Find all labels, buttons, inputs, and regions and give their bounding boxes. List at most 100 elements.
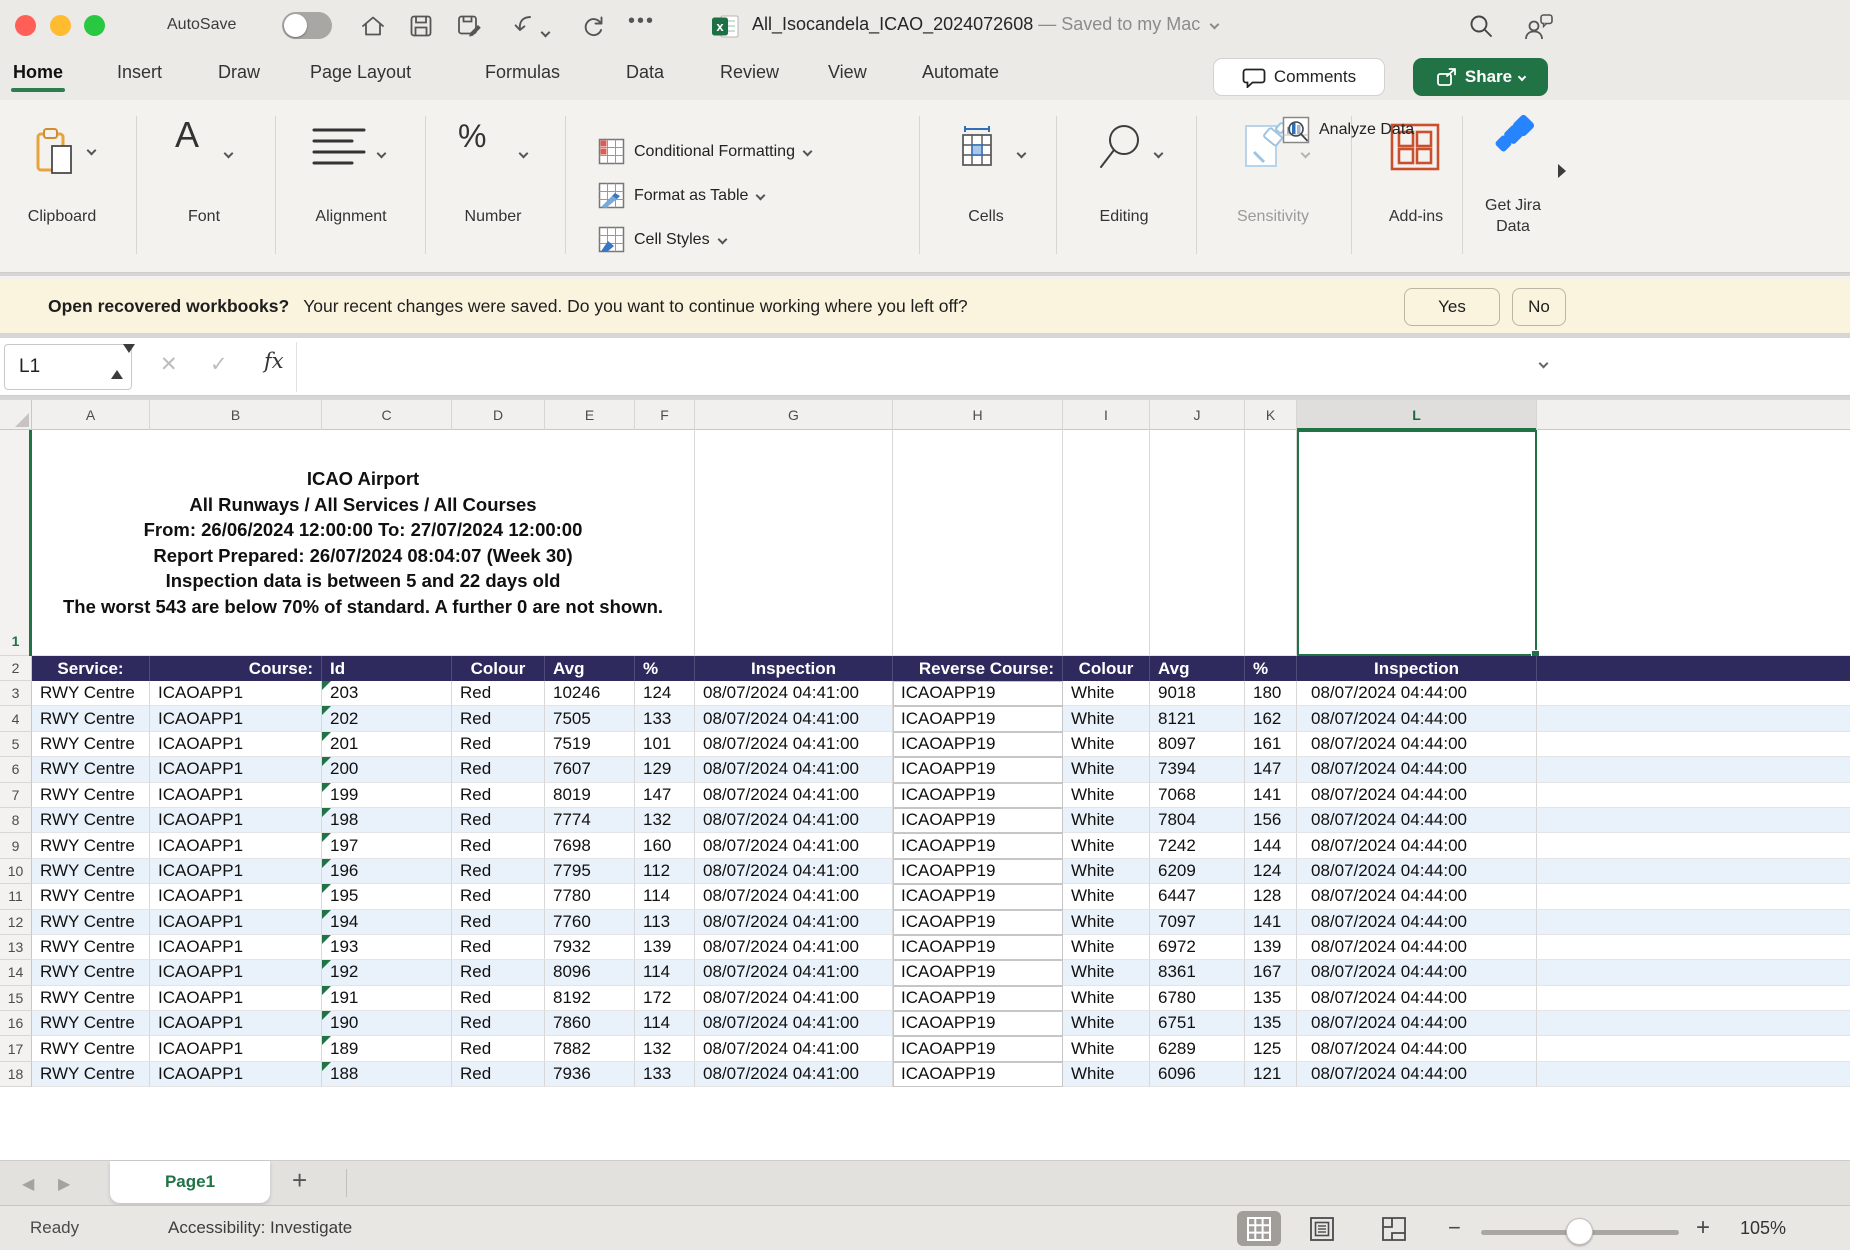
cell-J16[interactable]: 6751 — [1150, 1011, 1245, 1036]
formula-input[interactable] — [296, 342, 1530, 392]
cell-D14[interactable]: Red — [452, 960, 545, 985]
confirm-entry-icon[interactable]: ✓ — [210, 352, 228, 377]
menu-tab-draw[interactable]: Draw — [218, 62, 260, 83]
cell-J13[interactable]: 6972 — [1150, 935, 1245, 960]
cell-A6[interactable]: RWY Centre — [32, 757, 150, 782]
column-header-J[interactable]: J — [1150, 400, 1245, 430]
cell-L10[interactable]: 08/07/2024 04:44:00 — [1297, 859, 1537, 884]
cell-J11[interactable]: 6447 — [1150, 884, 1245, 909]
column-header-B[interactable]: B — [150, 400, 322, 430]
more-commands-icon[interactable]: ••• — [628, 10, 655, 33]
cell-I9[interactable]: White — [1063, 833, 1150, 858]
cell-E18[interactable]: 7936 — [545, 1062, 635, 1087]
menu-tab-formulas[interactable]: Formulas — [485, 62, 560, 83]
cell-E9[interactable]: 7698 — [545, 833, 635, 858]
cell-F8[interactable]: 132 — [635, 808, 695, 833]
cell-D11[interactable]: Red — [452, 884, 545, 909]
cell-J10[interactable]: 6209 — [1150, 859, 1245, 884]
cell-K6[interactable]: 147 — [1245, 757, 1297, 782]
cell-I18[interactable]: White — [1063, 1062, 1150, 1087]
cell-H8[interactable]: ICAOAPP19 — [893, 808, 1063, 833]
column-header-E[interactable]: E — [545, 400, 635, 430]
row-header-15[interactable]: 15 — [0, 986, 32, 1011]
cell-E12[interactable]: 7760 — [545, 910, 635, 935]
cell-K17[interactable]: 125 — [1245, 1036, 1297, 1061]
column-header-L[interactable]: L — [1297, 400, 1537, 430]
cell-G9[interactable]: 08/07/2024 04:41:00 — [695, 833, 893, 858]
cell-I17[interactable]: White — [1063, 1036, 1150, 1061]
name-box-spinner[interactable] — [111, 353, 135, 371]
cell-E5[interactable]: 7519 — [545, 732, 635, 757]
insert-function-icon[interactable]: fx — [264, 349, 284, 373]
cell-F18[interactable]: 133 — [635, 1062, 695, 1087]
clipboard-button[interactable] — [30, 126, 78, 178]
cell-E10[interactable]: 7795 — [545, 859, 635, 884]
cell-F17[interactable]: 132 — [635, 1036, 695, 1061]
cell-A7[interactable]: RWY Centre — [32, 783, 150, 808]
cell-I15[interactable]: White — [1063, 986, 1150, 1011]
cell-F16[interactable]: 114 — [635, 1011, 695, 1036]
cell-K18[interactable]: 121 — [1245, 1062, 1297, 1087]
number-dropdown-icon[interactable] — [520, 145, 527, 163]
save-as-icon[interactable] — [456, 13, 484, 39]
cell-F7[interactable]: 147 — [635, 783, 695, 808]
cell-I1[interactable] — [1063, 430, 1150, 656]
cell-G8[interactable]: 08/07/2024 04:41:00 — [695, 808, 893, 833]
cell-C8[interactable]: 198 — [322, 808, 452, 833]
cell-D13[interactable]: Red — [452, 935, 545, 960]
cell-J6[interactable]: 7394 — [1150, 757, 1245, 782]
column-header-I[interactable]: I — [1063, 400, 1150, 430]
cell-B17[interactable]: ICAOAPP1 — [150, 1036, 322, 1061]
cell-L3[interactable]: 08/07/2024 04:44:00 — [1297, 681, 1537, 706]
cell-C17[interactable]: 189 — [322, 1036, 452, 1061]
cell-B9[interactable]: ICAOAPP1 — [150, 833, 322, 858]
cell-D17[interactable]: Red — [452, 1036, 545, 1061]
cell-D18[interactable]: Red — [452, 1062, 545, 1087]
cell-L13[interactable]: 08/07/2024 04:44:00 — [1297, 935, 1537, 960]
cell-L14[interactable]: 08/07/2024 04:44:00 — [1297, 960, 1537, 985]
cell-A3[interactable]: RWY Centre — [32, 681, 150, 706]
menu-tab-data[interactable]: Data — [626, 62, 664, 83]
cell-I6[interactable]: White — [1063, 757, 1150, 782]
font-button[interactable]: A — [175, 114, 199, 156]
cell-L7[interactable]: 08/07/2024 04:44:00 — [1297, 783, 1537, 808]
cell-G1[interactable] — [695, 430, 893, 656]
cell-A18[interactable]: RWY Centre — [32, 1062, 150, 1087]
cell-G10[interactable]: 08/07/2024 04:41:00 — [695, 859, 893, 884]
zoom-in-icon[interactable]: + — [1696, 1214, 1710, 1242]
table-header-B[interactable]: Course: — [150, 656, 322, 681]
font-dropdown-icon[interactable] — [225, 145, 232, 163]
cell-I11[interactable]: White — [1063, 884, 1150, 909]
cancel-entry-icon[interactable]: ✕ — [160, 352, 178, 377]
cell-F13[interactable]: 139 — [635, 935, 695, 960]
cell-C10[interactable]: 196 — [322, 859, 452, 884]
table-header-D[interactable]: Colour — [452, 656, 545, 681]
cells-dropdown-icon[interactable] — [1018, 145, 1025, 163]
cell-B3[interactable]: ICAOAPP1 — [150, 681, 322, 706]
format-as-table-button[interactable]: Format as Table — [598, 182, 764, 209]
cell-G11[interactable]: 08/07/2024 04:41:00 — [695, 884, 893, 909]
cell-H6[interactable]: ICAOAPP19 — [893, 757, 1063, 782]
cell-C6[interactable]: 200 — [322, 757, 452, 782]
cell-F4[interactable]: 133 — [635, 706, 695, 731]
cell-J8[interactable]: 7804 — [1150, 808, 1245, 833]
normal-view-button[interactable] — [1237, 1211, 1281, 1246]
table-header-K[interactable]: % — [1245, 656, 1297, 681]
cell-C11[interactable]: 195 — [322, 884, 452, 909]
cell-J18[interactable]: 6096 — [1150, 1062, 1245, 1087]
cell-F14[interactable]: 114 — [635, 960, 695, 985]
cell-D4[interactable]: Red — [452, 706, 545, 731]
cell-E8[interactable]: 7774 — [545, 808, 635, 833]
cell-H4[interactable]: ICAOAPP19 — [893, 706, 1063, 731]
cell-D15[interactable]: Red — [452, 986, 545, 1011]
cell-F5[interactable]: 101 — [635, 732, 695, 757]
cell-H12[interactable]: ICAOAPP19 — [893, 910, 1063, 935]
cell-H10[interactable]: ICAOAPP19 — [893, 859, 1063, 884]
cell-J9[interactable]: 7242 — [1150, 833, 1245, 858]
cell-E4[interactable]: 7505 — [545, 706, 635, 731]
cell-H14[interactable]: ICAOAPP19 — [893, 960, 1063, 985]
cell-E6[interactable]: 7607 — [545, 757, 635, 782]
row-header-18[interactable]: 18 — [0, 1062, 32, 1087]
row-header-5[interactable]: 5 — [0, 732, 32, 757]
cell-E14[interactable]: 8096 — [545, 960, 635, 985]
